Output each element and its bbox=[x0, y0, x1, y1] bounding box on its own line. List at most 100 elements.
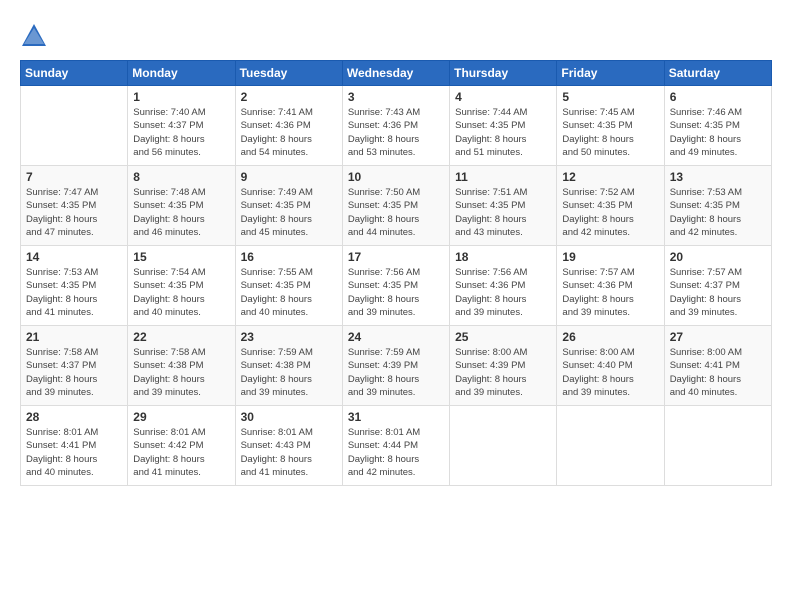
calendar-cell: 13 Sunrise: 7:53 AMSunset: 4:35 PMDayligh… bbox=[664, 166, 771, 246]
calendar-cell: 17 Sunrise: 7:56 AMSunset: 4:35 PMDayligh… bbox=[342, 246, 449, 326]
day-number: 3 bbox=[348, 90, 444, 104]
day-info: Sunrise: 7:50 AMSunset: 4:35 PMDaylight:… bbox=[348, 186, 444, 239]
day-info: Sunrise: 7:51 AMSunset: 4:35 PMDaylight:… bbox=[455, 186, 551, 239]
day-info: Sunrise: 7:56 AMSunset: 4:36 PMDaylight:… bbox=[455, 266, 551, 319]
day-info: Sunrise: 7:55 AMSunset: 4:35 PMDaylight:… bbox=[241, 266, 337, 319]
calendar-cell: 6 Sunrise: 7:46 AMSunset: 4:35 PMDaylight… bbox=[664, 86, 771, 166]
day-number: 13 bbox=[670, 170, 766, 184]
day-info: Sunrise: 7:54 AMSunset: 4:35 PMDaylight:… bbox=[133, 266, 229, 319]
day-number: 8 bbox=[133, 170, 229, 184]
calendar-cell: 7Sunrise: 7:47 AMSunset: 4:35 PMDaylight… bbox=[21, 166, 128, 246]
day-number: 11 bbox=[455, 170, 551, 184]
calendar-cell: 14 Sunrise: 7:53 AMSunset: 4:35 PMDayligh… bbox=[21, 246, 128, 326]
weekday-header: Wednesday bbox=[342, 61, 449, 86]
calendar-cell: 30 Sunrise: 8:01 AMSunset: 4:43 PMDayligh… bbox=[235, 406, 342, 486]
calendar-cell: 8 Sunrise: 7:48 AMSunset: 4:35 PMDaylight… bbox=[128, 166, 235, 246]
day-number: 9 bbox=[241, 170, 337, 184]
day-info: Sunrise: 7:53 AMSunset: 4:35 PMDaylight:… bbox=[26, 266, 122, 319]
day-info: Sunrise: 7:57 AMSunset: 4:37 PMDaylight:… bbox=[670, 266, 766, 319]
calendar-cell: 28 Sunrise: 8:01 AMSunset: 4:41 PMDayligh… bbox=[21, 406, 128, 486]
day-info: Sunrise: 7:52 AMSunset: 4:35 PMDaylight:… bbox=[562, 186, 658, 239]
header bbox=[20, 18, 772, 50]
day-number: 5 bbox=[562, 90, 658, 104]
weekday-header: Sunday bbox=[21, 61, 128, 86]
calendar-week-row: 1Sunrise: 7:40 AMSunset: 4:37 PMDaylight… bbox=[21, 86, 772, 166]
day-number: 25 bbox=[455, 330, 551, 344]
day-number: 19 bbox=[562, 250, 658, 264]
calendar-cell: 22 Sunrise: 7:58 AMSunset: 4:38 PMDayligh… bbox=[128, 326, 235, 406]
day-number: 16 bbox=[241, 250, 337, 264]
day-number: 29 bbox=[133, 410, 229, 424]
calendar-cell: 9 Sunrise: 7:49 AMSunset: 4:35 PMDaylight… bbox=[235, 166, 342, 246]
day-number: 1 bbox=[133, 90, 229, 104]
day-info: Sunrise: 7:46 AMSunset: 4:35 PMDaylight:… bbox=[670, 106, 766, 159]
calendar-cell bbox=[21, 86, 128, 166]
calendar-cell: 5 Sunrise: 7:45 AMSunset: 4:35 PMDaylight… bbox=[557, 86, 664, 166]
calendar-week-row: 7Sunrise: 7:47 AMSunset: 4:35 PMDaylight… bbox=[21, 166, 772, 246]
day-info: Sunrise: 8:01 AMSunset: 4:42 PMDaylight:… bbox=[133, 426, 229, 479]
day-info: Sunrise: 7:43 AMSunset: 4:36 PMDaylight:… bbox=[348, 106, 444, 159]
weekday-header: Friday bbox=[557, 61, 664, 86]
day-info: Sunrise: 7:56 AMSunset: 4:35 PMDaylight:… bbox=[348, 266, 444, 319]
calendar-cell: 1Sunrise: 7:40 AMSunset: 4:37 PMDaylight… bbox=[128, 86, 235, 166]
day-info: Sunrise: 7:59 AMSunset: 4:39 PMDaylight:… bbox=[348, 346, 444, 399]
day-info: Sunrise: 8:00 AMSunset: 4:40 PMDaylight:… bbox=[562, 346, 658, 399]
day-info: Sunrise: 8:01 AMSunset: 4:43 PMDaylight:… bbox=[241, 426, 337, 479]
calendar-cell: 15Sunrise: 7:54 AMSunset: 4:35 PMDayligh… bbox=[128, 246, 235, 326]
day-number: 27 bbox=[670, 330, 766, 344]
calendar-cell bbox=[557, 406, 664, 486]
calendar-cell: 20 Sunrise: 7:57 AMSunset: 4:37 PMDayligh… bbox=[664, 246, 771, 326]
day-info: Sunrise: 8:00 AMSunset: 4:39 PMDaylight:… bbox=[455, 346, 551, 399]
day-number: 10 bbox=[348, 170, 444, 184]
day-info: Sunrise: 7:57 AMSunset: 4:36 PMDaylight:… bbox=[562, 266, 658, 319]
calendar: SundayMondayTuesdayWednesdayThursdayFrid… bbox=[20, 60, 772, 486]
day-info: Sunrise: 7:48 AMSunset: 4:35 PMDaylight:… bbox=[133, 186, 229, 239]
day-number: 6 bbox=[670, 90, 766, 104]
weekday-header: Saturday bbox=[664, 61, 771, 86]
logo bbox=[20, 22, 52, 50]
day-info: Sunrise: 8:01 AMSunset: 4:41 PMDaylight:… bbox=[26, 426, 122, 479]
day-info: Sunrise: 7:49 AMSunset: 4:35 PMDaylight:… bbox=[241, 186, 337, 239]
calendar-cell: 3 Sunrise: 7:43 AMSunset: 4:36 PMDaylight… bbox=[342, 86, 449, 166]
calendar-cell: 16 Sunrise: 7:55 AMSunset: 4:35 PMDayligh… bbox=[235, 246, 342, 326]
calendar-cell: 18 Sunrise: 7:56 AMSunset: 4:36 PMDayligh… bbox=[450, 246, 557, 326]
day-info: Sunrise: 8:01 AMSunset: 4:44 PMDaylight:… bbox=[348, 426, 444, 479]
day-number: 20 bbox=[670, 250, 766, 264]
calendar-cell: 4Sunrise: 7:44 AMSunset: 4:35 PMDaylight… bbox=[450, 86, 557, 166]
day-number: 2 bbox=[241, 90, 337, 104]
calendar-cell: 19 Sunrise: 7:57 AMSunset: 4:36 PMDayligh… bbox=[557, 246, 664, 326]
calendar-cell: 11 Sunrise: 7:51 AMSunset: 4:35 PMDayligh… bbox=[450, 166, 557, 246]
day-info: Sunrise: 7:58 AMSunset: 4:38 PMDaylight:… bbox=[133, 346, 229, 399]
weekday-header: Thursday bbox=[450, 61, 557, 86]
day-number: 14 bbox=[26, 250, 122, 264]
day-number: 23 bbox=[241, 330, 337, 344]
day-info: Sunrise: 7:58 AMSunset: 4:37 PMDaylight:… bbox=[26, 346, 122, 399]
logo-icon bbox=[20, 22, 48, 50]
calendar-week-row: 14 Sunrise: 7:53 AMSunset: 4:35 PMDayligh… bbox=[21, 246, 772, 326]
day-info: Sunrise: 7:59 AMSunset: 4:38 PMDaylight:… bbox=[241, 346, 337, 399]
day-info: Sunrise: 7:53 AMSunset: 4:35 PMDaylight:… bbox=[670, 186, 766, 239]
day-info: Sunrise: 7:41 AMSunset: 4:36 PMDaylight:… bbox=[241, 106, 337, 159]
day-info: Sunrise: 7:47 AMSunset: 4:35 PMDaylight:… bbox=[26, 186, 122, 239]
calendar-cell: 10 Sunrise: 7:50 AMSunset: 4:35 PMDayligh… bbox=[342, 166, 449, 246]
calendar-cell bbox=[450, 406, 557, 486]
calendar-cell: 25 Sunrise: 8:00 AMSunset: 4:39 PMDayligh… bbox=[450, 326, 557, 406]
day-info: Sunrise: 7:44 AMSunset: 4:35 PMDaylight:… bbox=[455, 106, 551, 159]
day-number: 22 bbox=[133, 330, 229, 344]
weekday-header: Monday bbox=[128, 61, 235, 86]
day-number: 28 bbox=[26, 410, 122, 424]
day-info: Sunrise: 7:45 AMSunset: 4:35 PMDaylight:… bbox=[562, 106, 658, 159]
calendar-week-row: 21Sunrise: 7:58 AMSunset: 4:37 PMDayligh… bbox=[21, 326, 772, 406]
calendar-cell: 21Sunrise: 7:58 AMSunset: 4:37 PMDayligh… bbox=[21, 326, 128, 406]
day-number: 17 bbox=[348, 250, 444, 264]
calendar-week-row: 28 Sunrise: 8:01 AMSunset: 4:41 PMDayligh… bbox=[21, 406, 772, 486]
page: SundayMondayTuesdayWednesdayThursdayFrid… bbox=[0, 0, 792, 612]
calendar-cell bbox=[664, 406, 771, 486]
weekday-header: Tuesday bbox=[235, 61, 342, 86]
calendar-cell: 23 Sunrise: 7:59 AMSunset: 4:38 PMDayligh… bbox=[235, 326, 342, 406]
calendar-cell: 24 Sunrise: 7:59 AMSunset: 4:39 PMDayligh… bbox=[342, 326, 449, 406]
day-number: 18 bbox=[455, 250, 551, 264]
day-number: 30 bbox=[241, 410, 337, 424]
day-info: Sunrise: 8:00 AMSunset: 4:41 PMDaylight:… bbox=[670, 346, 766, 399]
day-number: 24 bbox=[348, 330, 444, 344]
